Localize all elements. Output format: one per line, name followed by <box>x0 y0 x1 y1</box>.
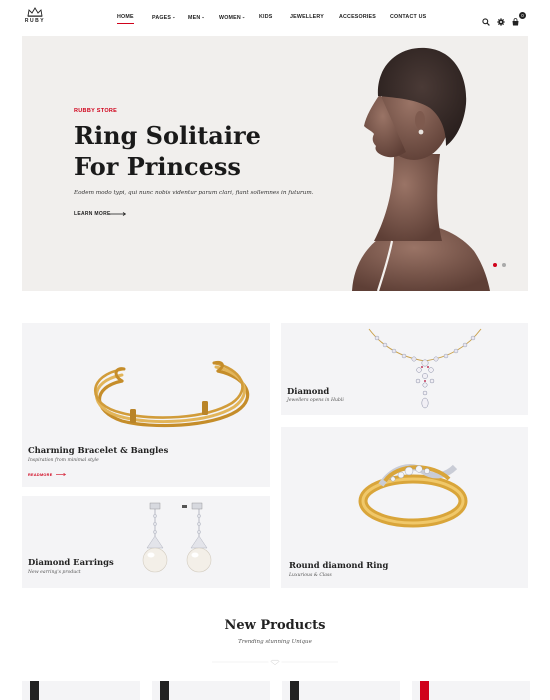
tile-title: Diamond <box>287 386 330 396</box>
site-header: RUBY HOME PAGES⌄ MEN⌄ WOMEN⌄ KIDS JEWELL… <box>0 0 550 36</box>
tile-title: Charming Bracelet & Bangles <box>28 445 169 455</box>
nav-label: WOMEN <box>219 15 241 21</box>
tile-bracelet[interactable]: Charming Bracelet & Bangles Inspiration … <box>22 323 270 487</box>
nav-label: HOME <box>117 14 134 20</box>
tile-subtitle: Luxurious & Class <box>289 573 332 578</box>
nav-item-accesories[interactable]: ACCESORIES <box>339 14 376 20</box>
diamond-icon <box>270 660 280 665</box>
tile-ring[interactable]: Round diamond Ring Luxurious & Class <box>281 427 528 588</box>
arrow-right-icon <box>55 473 67 476</box>
tile-diamond[interactable]: Diamond Jewellers opens in Hubli <box>281 323 528 415</box>
nav-label: KIDS <box>259 14 273 20</box>
tile-title: Diamond Earrings <box>28 557 114 567</box>
product-card[interactable] <box>282 681 400 700</box>
arrow-right-icon <box>110 212 126 216</box>
hero-description: Eodem modo typi, qui nunc nobis videntur… <box>74 190 314 196</box>
product-badge <box>290 681 299 700</box>
nav-label: MEN <box>188 15 201 21</box>
search-icon[interactable] <box>482 13 490 31</box>
header-actions: 0 <box>482 12 528 26</box>
nav-item-women[interactable]: WOMEN⌄ <box>219 14 245 21</box>
nav-label: JEWELLERY <box>290 14 324 20</box>
readmore-label: READMORE <box>28 473 53 477</box>
slider-dot-active[interactable] <box>493 263 497 267</box>
product-card[interactable] <box>22 681 140 700</box>
product-badge <box>420 681 429 700</box>
cart-count-badge: 0 <box>519 12 526 19</box>
section-subtitle: Trending stunning Unique <box>238 639 312 645</box>
learn-more-link[interactable]: LEARN MORE <box>74 211 111 217</box>
diamond-divider <box>212 660 338 665</box>
tile-earrings[interactable]: Diamond Earrings New earring's product <box>22 496 270 588</box>
nav-label: CONTACT US <box>390 14 427 20</box>
nav-item-jewellery[interactable]: JEWELLERY <box>290 14 324 20</box>
hero-title: Ring Solitaire For Princess <box>74 120 261 182</box>
chevron-down-icon: ⌄ <box>172 14 176 19</box>
ring-image <box>358 464 468 528</box>
chevron-down-icon: ⌄ <box>241 14 246 19</box>
product-card[interactable] <box>152 681 270 700</box>
product-card[interactable] <box>412 681 530 700</box>
readmore-link[interactable]: READMORE <box>28 473 67 477</box>
nav-label: ACCESORIES <box>339 14 377 20</box>
brand-name: RUBY <box>24 18 46 24</box>
tile-subtitle: Inspiration from minimal style <box>28 458 99 463</box>
tile-subtitle: Jewellers opens in Hubli <box>287 398 344 403</box>
nav-item-men[interactable]: MEN⌄ <box>188 14 205 21</box>
nav-item-contact-us[interactable]: CONTACT US <box>390 14 426 20</box>
slider-dot[interactable] <box>502 263 506 267</box>
tile-title: Round diamond Ring <box>289 560 389 570</box>
hero-title-line: Ring Solitaire <box>74 121 261 150</box>
brand-logo[interactable]: RUBY <box>22 7 48 24</box>
bracelet-image <box>94 361 250 428</box>
crown-icon <box>27 7 43 17</box>
hero-eyebrow: RUBBY STORE <box>74 108 118 114</box>
product-badge <box>160 681 169 700</box>
cart-icon[interactable]: 0 <box>511 12 526 31</box>
tile-subtitle: New earring's product <box>28 570 81 575</box>
nav-item-kids[interactable]: KIDS <box>259 14 272 20</box>
nav-item-home[interactable]: HOME <box>117 14 134 24</box>
section-title: New Products <box>224 618 326 633</box>
chevron-down-icon: ⌄ <box>201 14 205 19</box>
hero-title-line: For Princess <box>74 152 241 181</box>
product-badge <box>30 681 39 700</box>
nav-label: PAGES <box>152 15 172 21</box>
hero-slider: RUBBY STORE Ring Solitaire For Princess … <box>22 36 528 291</box>
nav-item-pages[interactable]: PAGES⌄ <box>152 14 176 21</box>
gear-icon[interactable] <box>497 13 505 31</box>
